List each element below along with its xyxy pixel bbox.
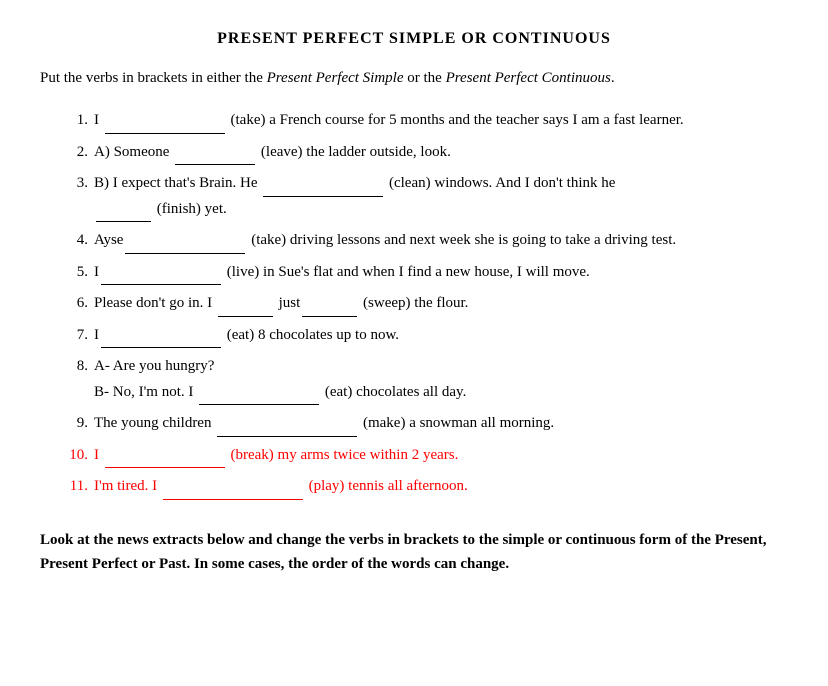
blank-2 [175,149,255,165]
ex-content-5: I (live) in Sue's flat and when I find a… [94,260,788,286]
ex-num-4: 4. [60,228,88,254]
section2-title: Look at the news extracts below and chan… [40,528,788,576]
ex-num-3: 3. [60,171,88,222]
ex-num-10: 10. [60,443,88,469]
ex-num-1: 1. [60,108,88,134]
blank-9 [217,421,357,437]
exercise-11: 11. I'm tired. I (play) tennis all after… [60,474,788,500]
ex-content-8: A- Are you hungry? B- No, I'm not. I (ea… [94,354,788,405]
instruction: Put the verbs in brackets in either the … [40,66,788,90]
ex-content-3: B) I expect that's Brain. He (clean) win… [94,171,788,222]
exercises-list: 1. I (take) a French course for 5 months… [60,108,788,500]
ex-content-2: A) Someone (leave) the ladder outside, l… [94,140,788,166]
ex-content-6: Please don't go in. I just (sweep) the f… [94,291,788,317]
ex-content-10: I (break) my arms twice within 2 years. [94,443,788,469]
blank-1 [105,118,225,134]
ex-num-11: 11. [60,474,88,500]
ex-num-5: 5. [60,260,88,286]
ex-content-7: I (eat) 8 chocolates up to now. [94,323,788,349]
blank-3b [96,206,151,222]
ex-num-9: 9. [60,411,88,437]
exercise-5: 5. I (live) in Sue's flat and when I fin… [60,260,788,286]
blank-11 [163,484,303,500]
ex-num-8: 8. [60,354,88,405]
exercise-2: 2. A) Someone (leave) the ladder outside… [60,140,788,166]
ex-content-9: The young children (make) a snowman all … [94,411,788,437]
exercise-8: 8. A- Are you hungry? B- No, I'm not. I … [60,354,788,405]
blank-3a [263,181,383,197]
exercise-9: 9. The young children (make) a snowman a… [60,411,788,437]
blank-5 [101,269,221,285]
ex-num-7: 7. [60,323,88,349]
blank-4 [125,238,245,254]
ex-content-4: Ayse (take) driving lessons and next wee… [94,228,788,254]
blank-8 [199,389,319,405]
exercise-1: 1. I (take) a French course for 5 months… [60,108,788,134]
blank-10 [105,452,225,468]
blank-6b [302,301,357,317]
exercise-3: 3. B) I expect that's Brain. He (clean) … [60,171,788,222]
exercise-10: 10. I (break) my arms twice within 2 yea… [60,443,788,469]
exercise-4: 4. Ayse (take) driving lessons and next … [60,228,788,254]
blank-6a [218,301,273,317]
ex-num-6: 6. [60,291,88,317]
exercise-7: 7. I (eat) 8 chocolates up to now. [60,323,788,349]
ex-num-2: 2. [60,140,88,166]
ex-content-1: I (take) a French course for 5 months an… [94,108,788,134]
exercise-6: 6. Please don't go in. I just (sweep) th… [60,291,788,317]
ex-content-11: I'm tired. I (play) tennis all afternoon… [94,474,788,500]
page-title: PRESENT PERFECT SIMPLE OR CONTINUOUS [40,30,788,48]
blank-7 [101,332,221,348]
